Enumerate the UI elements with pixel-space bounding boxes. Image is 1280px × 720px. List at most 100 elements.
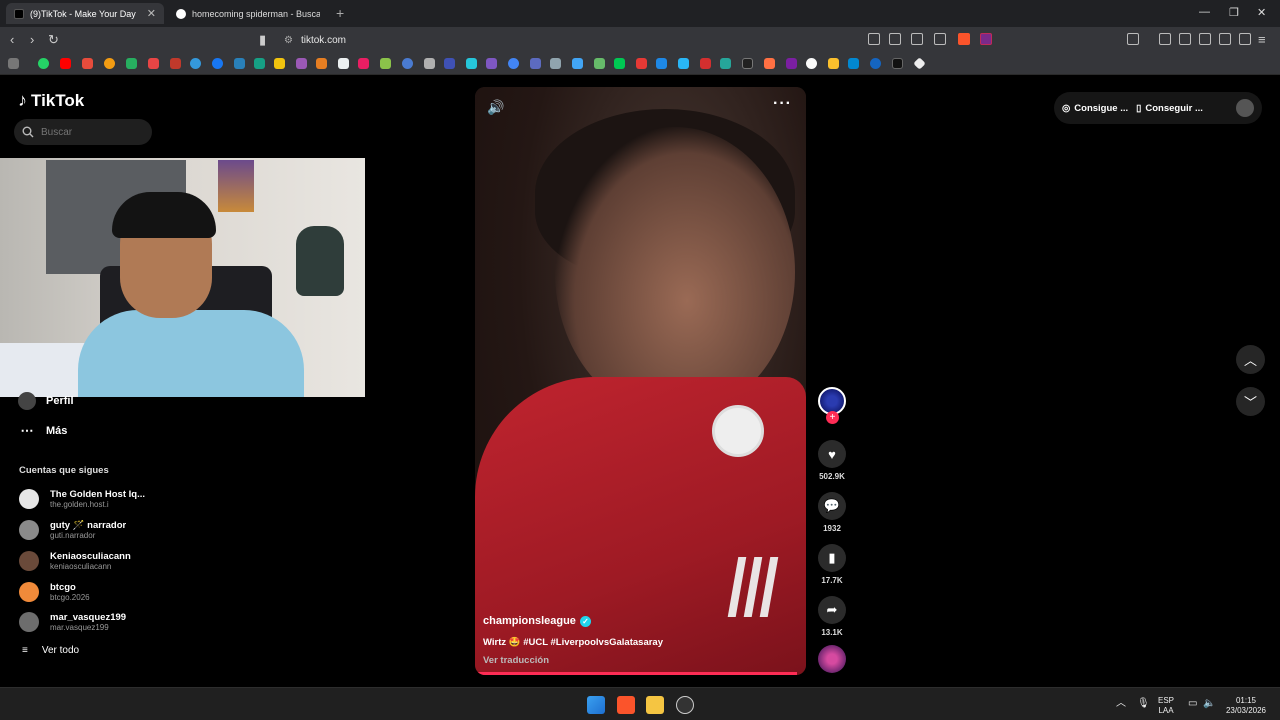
search-box[interactable]	[14, 119, 152, 145]
tray-overflow-icon[interactable]: ︿	[1116, 699, 1126, 709]
drive-bookmark-icon[interactable]	[126, 58, 137, 69]
translate-icon[interactable]	[889, 33, 901, 45]
bookmark-icon-34[interactable]	[742, 58, 753, 69]
comment-button[interactable]: 💬 1932	[815, 492, 849, 533]
tab-google-search[interactable]: homecoming spiderman - Buscar co	[168, 3, 328, 24]
see-translation-link[interactable]: Ver traducción	[483, 655, 549, 666]
following-account[interactable]: btcgo btcgo.2026	[19, 578, 159, 606]
bookmark-icon-12[interactable]	[274, 58, 285, 69]
bookmark-icon-25[interactable]	[550, 58, 561, 69]
user-avatar[interactable]	[1236, 99, 1254, 117]
bookmark-icon-37[interactable]	[806, 58, 817, 69]
cast-icon[interactable]	[911, 33, 923, 45]
forward-icon[interactable]: ›	[30, 32, 34, 47]
sidebar-icon[interactable]	[1179, 33, 1191, 45]
nav-profile[interactable]: Perfil	[18, 392, 74, 410]
bookmark-icon-4[interactable]	[104, 58, 115, 69]
bookmark-icon-29[interactable]	[636, 58, 647, 69]
previous-video-button[interactable]: ︿	[1236, 345, 1265, 374]
clock[interactable]: 01:15 23/03/2026	[1222, 696, 1270, 716]
bookmark-icon-15[interactable]	[338, 58, 349, 69]
leo-ai-icon[interactable]	[1219, 33, 1231, 45]
maximize-button[interactable]: ❐	[1229, 6, 1239, 19]
tab-tiktok[interactable]: (9)TikTok - Make Your Day ✕	[6, 3, 164, 24]
bookmark-icon-30[interactable]	[656, 58, 667, 69]
close-tab-icon[interactable]: ✕	[147, 7, 156, 20]
tab-search-icon[interactable]	[1127, 33, 1139, 45]
microphone-icon[interactable]: 🎙	[1137, 699, 1150, 709]
bookmark-icon-24[interactable]	[530, 58, 541, 69]
next-video-button[interactable]: ﹀	[1236, 387, 1265, 416]
wallet-icon[interactable]	[1199, 33, 1211, 45]
search-input[interactable]	[41, 126, 141, 138]
like-button[interactable]: ♥ 502.9K	[815, 440, 849, 481]
tiktok-logo[interactable]: ♪ TikTok	[18, 90, 84, 111]
bookmark-icon-26[interactable]	[572, 58, 583, 69]
video-player[interactable]: 🔊 ··· championsleague ✓ Wirtz 🤩 #UCL #Li…	[475, 87, 806, 675]
bookmark-icon-42[interactable]	[913, 57, 926, 70]
following-account[interactable]: guty 🪄 narrador guti.narrador	[19, 516, 159, 544]
follow-plus-icon[interactable]: +	[826, 411, 839, 424]
brave-shields-icon[interactable]	[958, 33, 970, 45]
following-account[interactable]: Keniaosculiacann keniaosculiacann	[19, 547, 159, 575]
site-info-icon[interactable]: ⚙	[284, 35, 293, 46]
bookmark-icon-21[interactable]	[466, 58, 477, 69]
bookmark-icon-36[interactable]	[786, 58, 797, 69]
video-author[interactable]: championsleague ✓	[483, 615, 591, 627]
new-tab-button[interactable]: +	[336, 5, 344, 21]
video-progress-bar[interactable]	[478, 672, 797, 675]
bookmark-icon-40[interactable]	[870, 58, 881, 69]
nav-more[interactable]: ⋯ Más	[18, 422, 68, 440]
share-icon[interactable]	[934, 33, 946, 45]
bookmark-icon-20[interactable]	[444, 58, 455, 69]
bookmark-icon-3[interactable]	[82, 58, 93, 69]
bookmark-icon-16[interactable]	[358, 58, 369, 69]
bookmark-icon-32[interactable]	[700, 58, 711, 69]
bookmark-icon-39[interactable]	[848, 58, 859, 69]
back-icon[interactable]: ‹	[10, 32, 14, 47]
see-all-link[interactable]: ≡ Ver todo	[22, 645, 79, 656]
bookmark-icon-6[interactable]	[148, 58, 159, 69]
youtube-bookmark-icon[interactable]	[60, 58, 71, 69]
facebook-bookmark-icon[interactable]	[212, 58, 223, 69]
get-coins-button[interactable]: ◎ Consigue ...	[1062, 103, 1128, 114]
bookmark-icon-11[interactable]	[254, 58, 265, 69]
brave-rewards-icon[interactable]	[980, 33, 992, 45]
speaker-icon[interactable]: 🔈	[1203, 699, 1215, 709]
bookmark-icon-13[interactable]	[296, 58, 307, 69]
music-disc-icon[interactable]	[818, 645, 846, 673]
tiktok-bookmark-icon[interactable]	[892, 58, 903, 69]
share-button[interactable]: ➦ 13.1K	[815, 596, 849, 637]
video-more-options-icon[interactable]: ···	[773, 95, 792, 113]
media-icon[interactable]	[1159, 33, 1171, 45]
language-indicator[interactable]: ESP LAA	[1158, 696, 1174, 716]
bookmark-icon-31[interactable]	[678, 58, 689, 69]
menu-icon[interactable]: ≡	[1258, 32, 1266, 47]
bookmark-icon-35[interactable]	[764, 58, 775, 69]
vpn-icon[interactable]	[1239, 33, 1251, 45]
file-explorer-icon[interactable]	[646, 696, 664, 714]
minimize-button[interactable]: —	[1199, 6, 1210, 18]
windows-start-icon[interactable]	[587, 696, 605, 714]
bookmark-icon-27[interactable]	[594, 58, 605, 69]
apps-grid-icon[interactable]	[8, 58, 19, 69]
following-account[interactable]: The Golden Host Iq... the.golden.host.i	[19, 485, 159, 513]
bookmark-icon-10[interactable]	[234, 58, 245, 69]
no-tracking-icon[interactable]	[868, 33, 880, 45]
bookmark-icon-28[interactable]	[614, 58, 625, 69]
bookmark-icon-18[interactable]	[402, 58, 413, 69]
whatsapp-bookmark-icon[interactable]	[38, 58, 49, 69]
bookmark-icon[interactable]: ▮	[259, 32, 266, 48]
bookmark-icon-7[interactable]	[170, 58, 181, 69]
get-app-button[interactable]: ▯ Conseguir ...	[1136, 103, 1203, 114]
network-icon[interactable]: ▭	[1188, 699, 1197, 709]
bookmark-icon-17[interactable]	[380, 58, 391, 69]
bookmark-icon-38[interactable]	[828, 58, 839, 69]
volume-icon[interactable]: 🔊	[487, 99, 504, 116]
bookmark-icon-33[interactable]	[720, 58, 731, 69]
close-window-button[interactable]: ✕	[1257, 6, 1266, 19]
bookmark-icon-19[interactable]	[424, 58, 435, 69]
brave-taskbar-icon[interactable]	[617, 696, 635, 714]
bookmark-icon-22[interactable]	[486, 58, 497, 69]
bookmark-icon-14[interactable]	[316, 58, 327, 69]
